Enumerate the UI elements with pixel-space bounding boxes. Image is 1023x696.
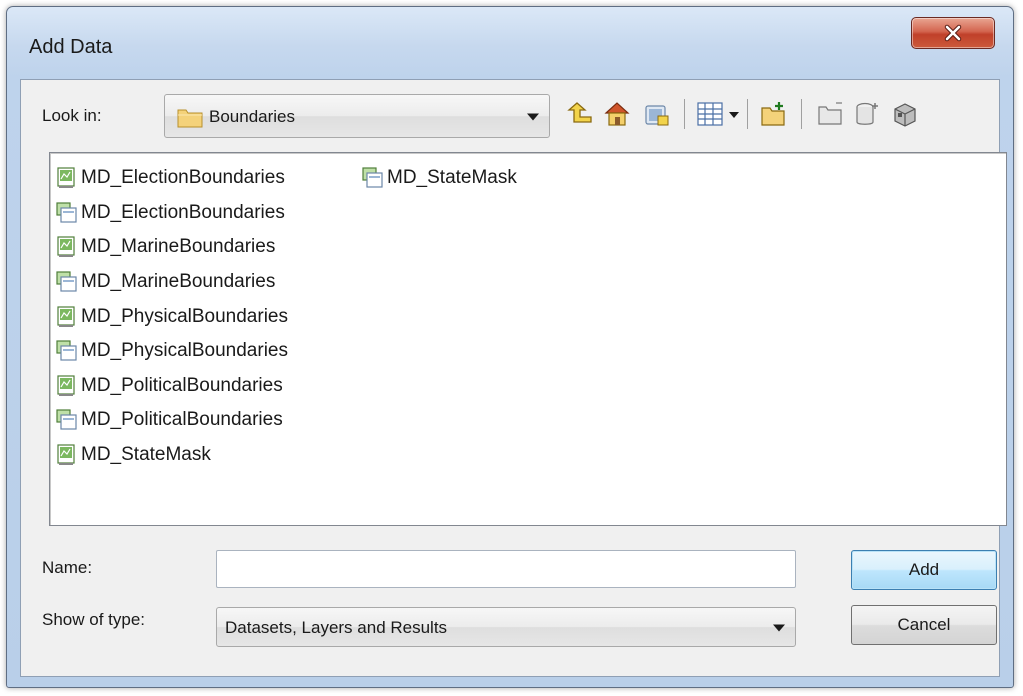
dialog-content: Look in: Boundaries MD_ElectionBoundarie…: [20, 79, 1007, 677]
view-options-dropdown-icon[interactable]: [729, 112, 739, 118]
close-button[interactable]: [911, 17, 995, 49]
look-in-value: Boundaries: [209, 107, 296, 126]
file-item[interactable]: MD_MarineBoundaries: [56, 265, 288, 300]
layer-file-icon: [56, 340, 77, 361]
file-name: MD_PhysicalBoundaries: [81, 305, 288, 327]
map-document-icon: [57, 167, 75, 189]
file-item[interactable]: MD_PoliticalBoundaries: [56, 403, 288, 438]
file-item[interactable]: MD_PhysicalBoundaries: [56, 299, 288, 334]
new-file-geodatabase-icon[interactable]: [816, 100, 844, 128]
file-item[interactable]: MD_PoliticalBoundaries: [56, 369, 288, 404]
file-list-column-2: MD_StateMask: [362, 161, 517, 196]
show-of-type-dropdown[interactable]: Datasets, Layers and Results: [216, 607, 796, 647]
map-document-icon: [57, 375, 75, 396]
close-icon: [944, 24, 962, 42]
file-name: MD_MarineBoundaries: [81, 271, 276, 293]
new-shapefile-icon[interactable]: [891, 100, 919, 128]
connect-folder-icon[interactable]: [643, 100, 671, 128]
cancel-button[interactable]: Cancel: [851, 605, 997, 645]
file-list[interactable]: MD_ElectionBoundaries MD_ElectionBoundar…: [49, 152, 1007, 526]
file-item[interactable]: MD_PhysicalBoundaries: [56, 334, 288, 369]
view-options-icon[interactable]: [696, 100, 724, 128]
show-of-type-value: Datasets, Layers and Results: [225, 618, 448, 637]
toolbar-separator: [747, 99, 748, 129]
file-name: MD_StateMask: [81, 444, 211, 466]
new-folder-icon[interactable]: [760, 100, 788, 128]
file-name: MD_ElectionBoundaries: [81, 167, 285, 189]
layer-file-icon: [56, 409, 77, 431]
up-one-level-icon[interactable]: [566, 100, 594, 128]
file-name: MD_MarineBoundaries: [81, 236, 276, 258]
look-in-label: Look in:: [42, 106, 102, 125]
file-name: MD_PoliticalBoundaries: [81, 374, 283, 396]
file-item[interactable]: MD_StateMask: [56, 438, 288, 473]
map-document-icon: [57, 236, 75, 258]
show-of-type-label: Show of type:: [42, 610, 146, 629]
file-item[interactable]: MD_ElectionBoundaries: [56, 196, 288, 231]
add-data-dialog: Add Data Look in: Boundaries MD_Election…: [6, 6, 1014, 688]
file-name: MD_PhysicalBoundaries: [81, 340, 288, 362]
chevron-down-icon[interactable]: [773, 624, 785, 632]
home-icon[interactable]: [603, 100, 631, 128]
layer-file-icon: [56, 271, 77, 292]
file-name: MD_ElectionBoundaries: [81, 201, 285, 223]
window-title: Add Data: [29, 36, 113, 58]
file-item[interactable]: MD_ElectionBoundaries: [56, 161, 288, 196]
layer-file-icon: [362, 167, 383, 188]
toolbar-separator: [684, 99, 685, 129]
layer-file-icon: [56, 202, 77, 223]
file-item[interactable]: MD_StateMask: [362, 161, 517, 196]
file-name: MD_PoliticalBoundaries: [81, 409, 283, 431]
name-input[interactable]: [216, 550, 796, 588]
name-label: Name:: [42, 558, 93, 577]
chevron-down-icon[interactable]: [527, 113, 539, 121]
toolbar-separator: [801, 99, 802, 129]
map-document-icon: [57, 444, 75, 466]
file-name: MD_StateMask: [387, 167, 517, 189]
file-list-column-1: MD_ElectionBoundaries MD_ElectionBoundar…: [56, 161, 288, 472]
map-document-icon: [57, 306, 75, 327]
file-item[interactable]: MD_MarineBoundaries: [56, 230, 288, 265]
new-personal-geodatabase-icon[interactable]: [853, 100, 881, 128]
title-bar[interactable]: Add Data: [7, 7, 1013, 81]
folder-icon: [177, 109, 203, 128]
look-in-dropdown[interactable]: Boundaries: [164, 94, 550, 138]
add-button[interactable]: Add: [851, 550, 997, 590]
